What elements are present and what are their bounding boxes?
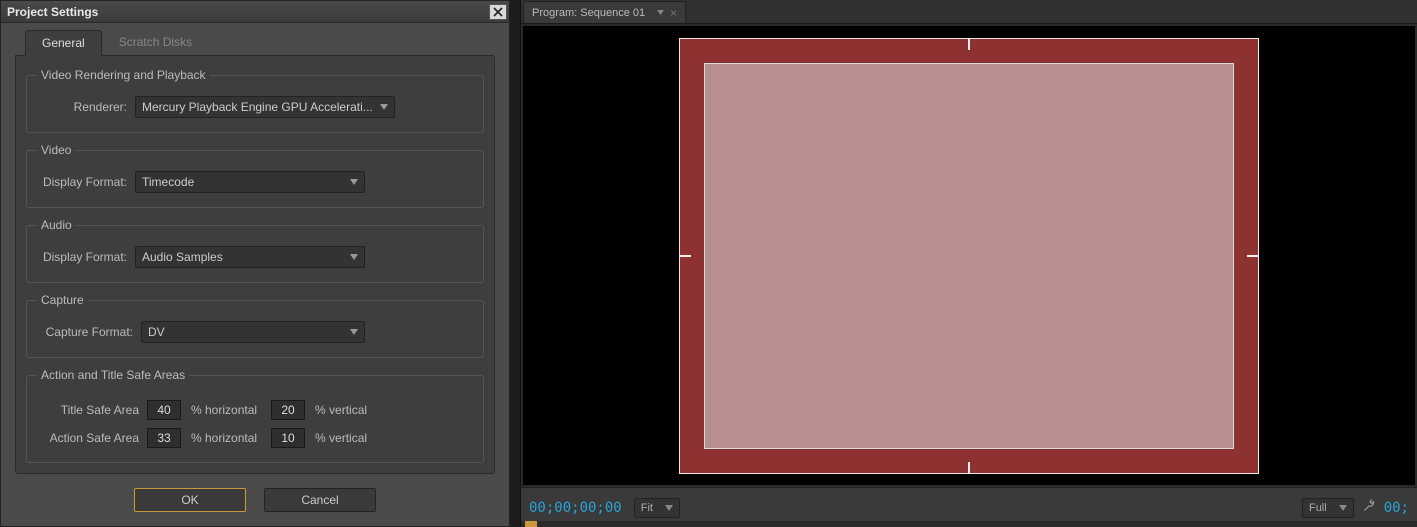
section-audio: Audio Display Format: Audio Samples: [26, 218, 484, 283]
capture-format-dropdown[interactable]: DV: [141, 321, 365, 343]
tab-close-icon[interactable]: ×: [670, 7, 677, 19]
chevron-down-icon: [657, 10, 664, 15]
video-format-value: Timecode: [142, 175, 194, 189]
timeline-strip[interactable]: [521, 521, 1417, 527]
project-settings-dialog: Project Settings General Scratch Disks V…: [0, 0, 510, 527]
capture-format-label: Capture Format:: [37, 325, 133, 339]
safe-area-rect: [704, 63, 1234, 449]
capture-format-value: DV: [148, 325, 165, 339]
action-safe-h-input[interactable]: [147, 428, 181, 448]
ok-button[interactable]: OK: [134, 488, 246, 512]
timecode-right[interactable]: 00;: [1384, 500, 1409, 516]
transform-handle-bottom[interactable]: [968, 462, 970, 474]
dialog-tabs: General Scratch Disks: [25, 29, 495, 55]
dialog-title: Project Settings: [7, 5, 98, 19]
resolution-dropdown[interactable]: Full: [1302, 498, 1354, 518]
settings-button[interactable]: [1362, 499, 1376, 516]
renderer-label: Renderer:: [37, 100, 127, 114]
zoom-fit-dropdown[interactable]: Fit: [634, 498, 680, 518]
section-rendering-legend: Video Rendering and Playback: [37, 68, 210, 82]
action-safe-v-input[interactable]: [271, 428, 305, 448]
chevron-down-icon: [350, 179, 358, 185]
resolution-label: Full: [1309, 502, 1327, 514]
program-canvas[interactable]: [679, 38, 1259, 474]
close-button[interactable]: [489, 4, 507, 20]
chevron-down-icon: [350, 329, 358, 335]
cancel-button[interactable]: Cancel: [264, 488, 376, 512]
video-format-label: Display Format:: [37, 175, 127, 189]
pct-horizontal-label: % horizontal: [191, 403, 257, 417]
renderer-value: Mercury Playback Engine GPU Accelerati..…: [142, 100, 373, 114]
close-icon: [493, 7, 503, 17]
audio-format-dropdown[interactable]: Audio Samples: [135, 246, 365, 268]
section-capture: Capture Capture Format: DV: [26, 293, 484, 358]
transform-handle-left[interactable]: [679, 255, 691, 257]
chevron-down-icon: [1339, 505, 1347, 511]
section-safe-legend: Action and Title Safe Areas: [37, 368, 189, 382]
transform-handle-right[interactable]: [1247, 255, 1259, 257]
action-safe-label: Action Safe Area: [37, 431, 139, 445]
chevron-down-icon: [350, 254, 358, 260]
pct-vertical-label: % vertical: [315, 431, 367, 445]
chevron-down-icon: [380, 104, 388, 110]
pct-vertical-label: % vertical: [315, 403, 367, 417]
tab-general[interactable]: General: [25, 30, 102, 56]
timecode-left[interactable]: 00;00;00;00: [529, 500, 622, 516]
section-audio-legend: Audio: [37, 218, 76, 232]
title-safe-h-input[interactable]: [147, 400, 181, 420]
pct-horizontal-label: % horizontal: [191, 431, 257, 445]
zoom-fit-label: Fit: [641, 502, 653, 514]
dialog-body: General Scratch Disks Video Rendering an…: [1, 23, 509, 526]
general-panel: Video Rendering and Playback Renderer: M…: [15, 55, 495, 474]
section-video: Video Display Format: Timecode: [26, 143, 484, 208]
dialog-titlebar[interactable]: Project Settings: [1, 1, 509, 23]
section-rendering: Video Rendering and Playback Renderer: M…: [26, 68, 484, 133]
title-safe-label: Title Safe Area: [37, 403, 139, 417]
section-capture-legend: Capture: [37, 293, 88, 307]
chevron-down-icon: [665, 505, 673, 511]
audio-format-label: Display Format:: [37, 250, 127, 264]
title-safe-v-input[interactable]: [271, 400, 305, 420]
renderer-dropdown[interactable]: Mercury Playback Engine GPU Accelerati..…: [135, 96, 395, 118]
section-safe-areas: Action and Title Safe Areas Title Safe A…: [26, 368, 484, 463]
audio-format-value: Audio Samples: [142, 250, 223, 264]
program-monitor-panel: Program: Sequence 01 × 00;00;00;00 Fit F…: [520, 0, 1417, 527]
program-transport-bar: 00;00;00;00 Fit Full 00;: [521, 487, 1417, 527]
transform-handle-top[interactable]: [968, 38, 970, 50]
tab-scratch-disks[interactable]: Scratch Disks: [102, 29, 209, 55]
dialog-button-row: OK Cancel: [15, 488, 495, 516]
program-tabbar: Program: Sequence 01 ×: [521, 0, 1417, 24]
video-format-dropdown[interactable]: Timecode: [135, 171, 365, 193]
program-tab[interactable]: Program: Sequence 01 ×: [523, 1, 686, 23]
program-tab-label: Program: Sequence 01: [532, 7, 645, 19]
section-video-legend: Video: [37, 143, 75, 157]
playhead-marker[interactable]: [525, 521, 537, 527]
wrench-icon: [1362, 499, 1376, 513]
program-monitor-viewport[interactable]: [523, 26, 1415, 485]
